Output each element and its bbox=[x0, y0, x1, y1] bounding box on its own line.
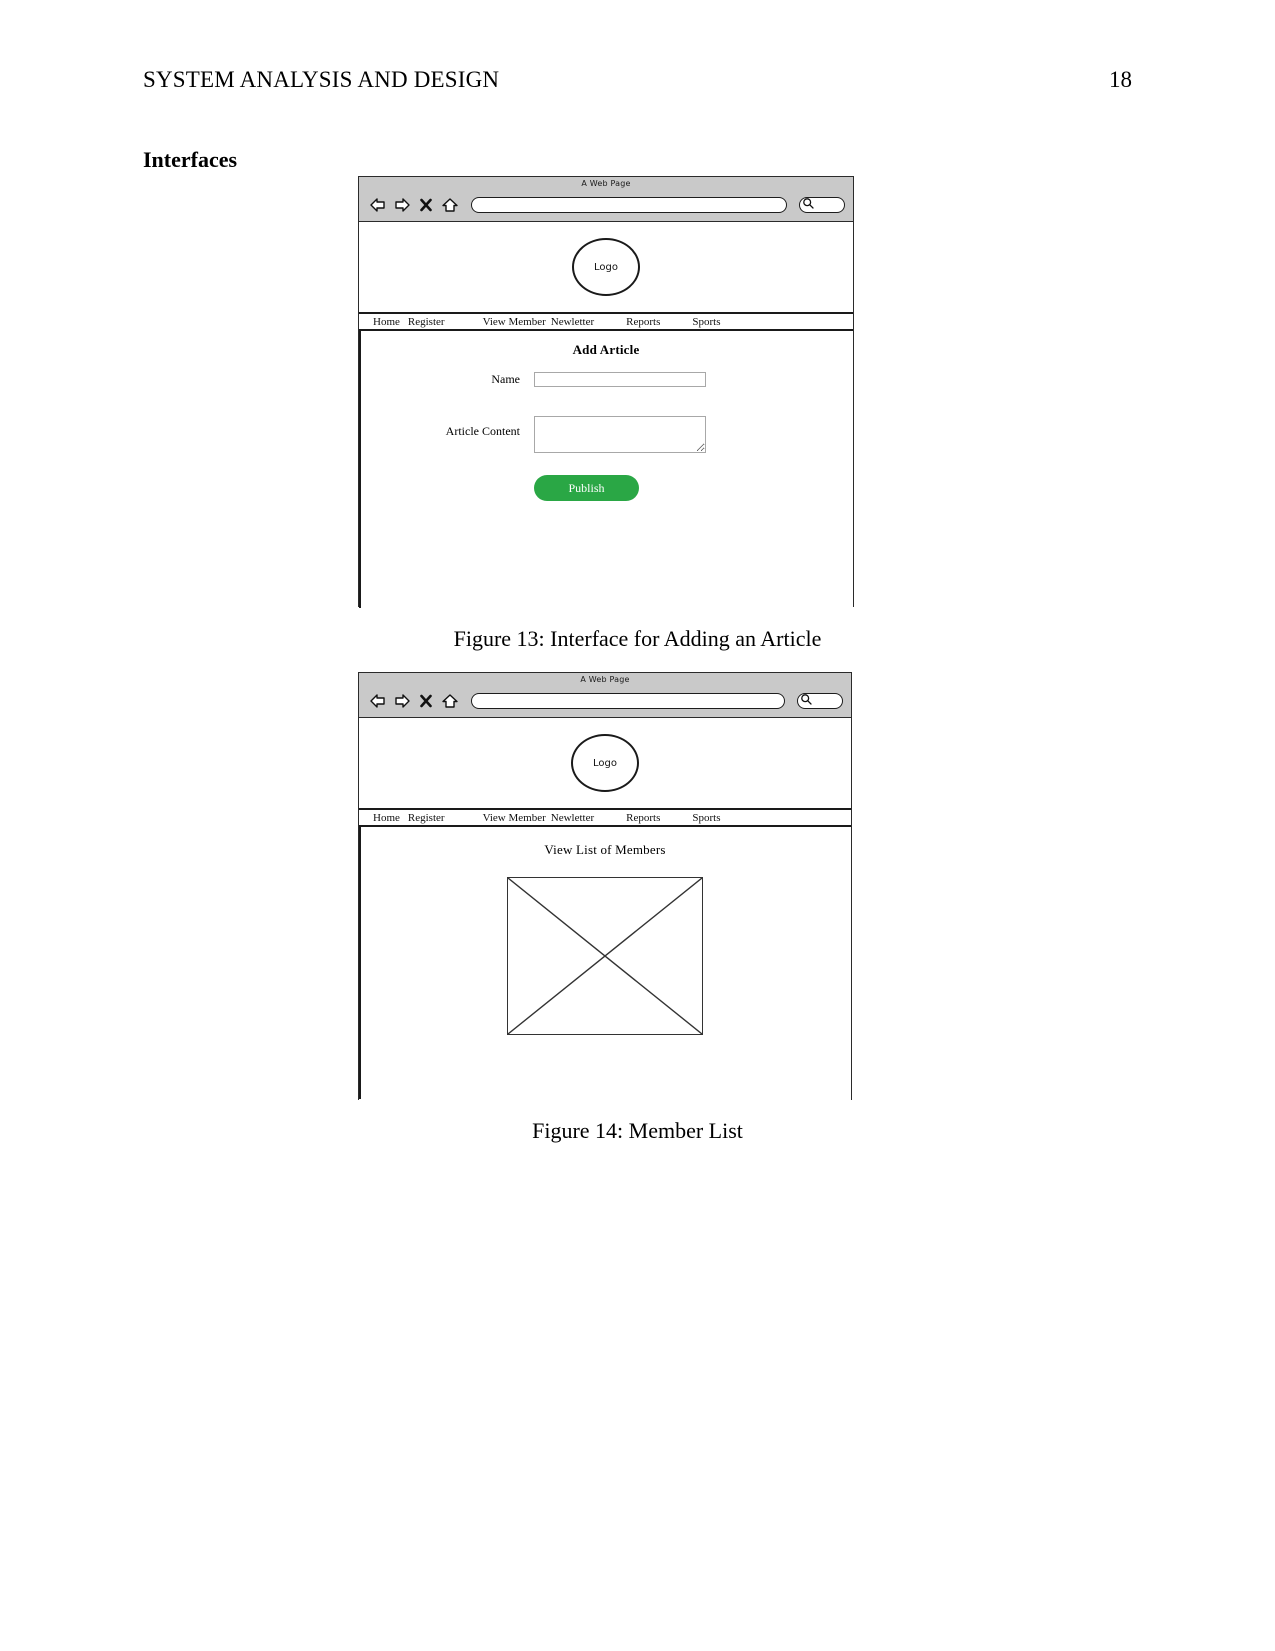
home-icon[interactable] bbox=[441, 196, 459, 214]
back-arrow-icon[interactable] bbox=[369, 196, 387, 214]
nav-item-register[interactable]: Register bbox=[408, 812, 445, 824]
nav-item-newletter[interactable]: Newletter bbox=[551, 812, 594, 824]
running-head-title: SYSTEM ANALYSIS AND DESIGN bbox=[143, 67, 500, 92]
content-left-rail bbox=[359, 827, 361, 1099]
forward-arrow-icon[interactable] bbox=[393, 196, 411, 214]
page-number: 18 bbox=[1109, 67, 1132, 92]
nav-item-newletter[interactable]: Newletter bbox=[551, 316, 594, 328]
form-actions: Publish bbox=[359, 475, 853, 501]
article-content-label: Article Content bbox=[445, 424, 520, 438]
nav-item-sports[interactable]: Sports bbox=[692, 316, 720, 328]
browser-chrome: A Web Page bbox=[359, 177, 853, 222]
form-title: Add Article bbox=[572, 342, 640, 357]
nav-item-register[interactable]: Register bbox=[408, 316, 445, 328]
figure-13-caption: Figure 13: Interface for Adding an Artic… bbox=[453, 626, 822, 651]
page-content-member-list: View List of Members bbox=[359, 827, 851, 1099]
search-magnifier-icon bbox=[802, 196, 814, 214]
back-arrow-icon[interactable] bbox=[369, 692, 387, 710]
publish-button[interactable]: Publish bbox=[534, 475, 639, 501]
nav-item-view-member[interactable]: View Member bbox=[483, 316, 546, 328]
url-input[interactable] bbox=[471, 693, 785, 709]
site-header: Logo bbox=[359, 222, 853, 314]
document-page: SYSTEM ANALYSIS AND DESIGN 18 Interfaces… bbox=[0, 0, 1275, 1651]
browser-chrome: A Web Page bbox=[359, 673, 851, 718]
site-nav: Home Register View Member Newletter Repo… bbox=[359, 314, 853, 331]
wireframe-add-article: A Web Page Logo Home Register View Membe… bbox=[358, 176, 854, 608]
nav-item-sports[interactable]: Sports bbox=[692, 812, 720, 824]
search-input[interactable] bbox=[799, 197, 845, 213]
nav-item-view-member[interactable]: View Member bbox=[483, 812, 546, 824]
figure-14-caption: Figure 14: Member List bbox=[532, 1118, 743, 1143]
name-input[interactable] bbox=[534, 372, 706, 387]
forward-arrow-icon[interactable] bbox=[393, 692, 411, 710]
browser-toolbar bbox=[359, 191, 853, 219]
image-placeholder-icon bbox=[507, 877, 703, 1035]
browser-window-title: A Web Page bbox=[581, 179, 631, 188]
nav-item-home[interactable]: Home bbox=[373, 316, 400, 328]
search-magnifier-icon bbox=[800, 692, 812, 710]
search-input[interactable] bbox=[797, 693, 843, 709]
browser-toolbar bbox=[359, 687, 851, 715]
member-list-title: View List of Members bbox=[544, 842, 666, 857]
nav-item-reports[interactable]: Reports bbox=[626, 316, 660, 328]
wireframe-member-list: A Web Page Logo Home Register View Membe… bbox=[358, 672, 852, 1100]
page-content-add-article: Add Article Name Article Content Publish bbox=[359, 331, 853, 608]
close-x-icon[interactable] bbox=[417, 692, 435, 710]
nav-item-home[interactable]: Home bbox=[373, 812, 400, 824]
close-x-icon[interactable] bbox=[417, 196, 435, 214]
form-row-name: Name bbox=[359, 372, 853, 387]
nav-item-reports[interactable]: Reports bbox=[626, 812, 660, 824]
article-content-input[interactable] bbox=[534, 416, 706, 453]
running-head: SYSTEM ANALYSIS AND DESIGN 18 bbox=[143, 68, 1132, 104]
section-heading: Interfaces bbox=[143, 147, 238, 172]
site-nav: Home Register View Member Newletter Repo… bbox=[359, 810, 851, 827]
form-row-article-content: Article Content bbox=[359, 416, 853, 453]
url-input[interactable] bbox=[471, 197, 787, 213]
browser-window-title: A Web Page bbox=[580, 675, 630, 684]
home-icon[interactable] bbox=[441, 692, 459, 710]
logo[interactable]: Logo bbox=[571, 734, 639, 792]
site-header: Logo bbox=[359, 718, 851, 810]
name-label: Name bbox=[491, 372, 520, 386]
content-left-rail bbox=[359, 331, 361, 608]
logo[interactable]: Logo bbox=[572, 238, 640, 296]
